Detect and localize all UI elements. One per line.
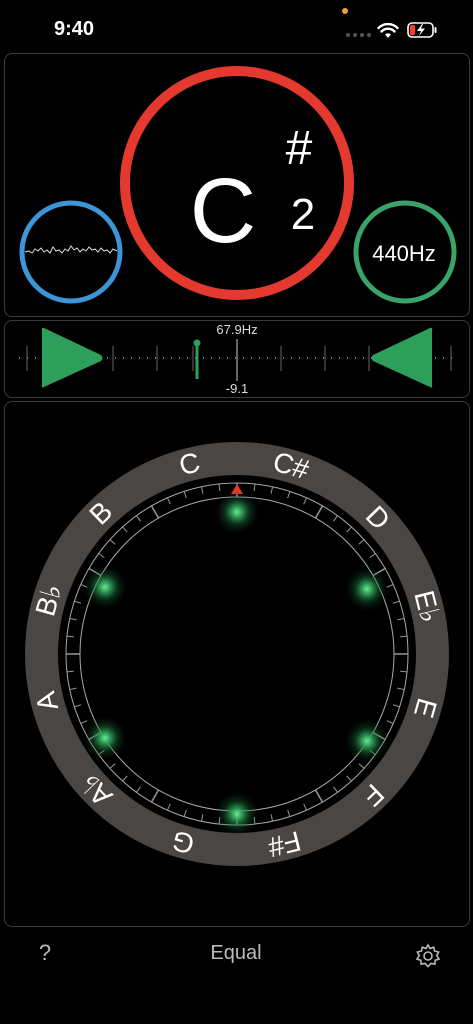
note-panel: C # 2 440Hz bbox=[4, 53, 470, 317]
reference-pitch-button[interactable]: 440Hz bbox=[353, 200, 457, 304]
note-name: C bbox=[190, 160, 256, 262]
note-accidental: # bbox=[286, 122, 313, 175]
tuning-needle bbox=[193, 339, 201, 379]
glow-dot bbox=[83, 565, 127, 609]
status-bar: 9:40 bbox=[0, 0, 473, 52]
glow-dot bbox=[345, 567, 389, 611]
help-button[interactable]: ? bbox=[34, 940, 56, 970]
cellular-signal-icon bbox=[346, 33, 371, 37]
help-icon: ? bbox=[38, 940, 52, 965]
sharp-arrow-icon bbox=[41, 327, 103, 388]
note-wheel-panel: C C# D E♭ E F F# G A♭ A B♭ B bbox=[4, 401, 470, 927]
waveform-display[interactable] bbox=[19, 200, 123, 304]
cents-offset: -9.1 bbox=[226, 381, 248, 396]
settings-button[interactable] bbox=[414, 942, 442, 970]
glow-dot bbox=[215, 792, 259, 836]
battery-charging-icon bbox=[407, 22, 437, 38]
status-time: 9:40 bbox=[54, 18, 95, 40]
reference-pitch-label: 440Hz bbox=[372, 241, 436, 266]
mic-indicator bbox=[342, 8, 348, 14]
tuning-meter-panel: 67.9Hz -9.1 bbox=[4, 320, 470, 398]
temperament-selector[interactable]: Equal bbox=[186, 942, 286, 965]
gear-icon bbox=[415, 943, 441, 968]
glow-dot bbox=[83, 716, 127, 760]
glow-dot bbox=[215, 490, 259, 534]
note-octave: 2 bbox=[291, 190, 315, 239]
flat-arrow-icon bbox=[371, 327, 433, 388]
detected-frequency: 67.9Hz bbox=[216, 322, 257, 337]
glow-dot bbox=[345, 719, 389, 763]
wifi-icon bbox=[377, 22, 399, 38]
